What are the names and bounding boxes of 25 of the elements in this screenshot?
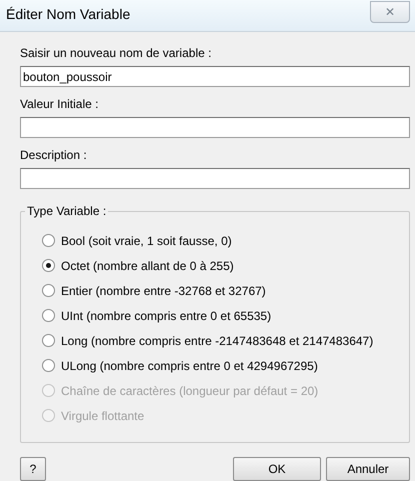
field-label: Saisir un nouveau nom de variable :	[20, 45, 212, 62]
radio-label: Long (nombre compris entre -2147483648 et 2147483647)	[61, 332, 374, 350]
radio-label: Virgule flottante	[61, 408, 144, 424]
text-field[interactable]	[20, 168, 410, 189]
window-title: Éditer Nom Variable	[6, 5, 130, 24]
ok-button[interactable]: OK	[233, 457, 321, 481]
radio-label: Bool (soit vraie, 1 soit fausse, 0)	[61, 232, 232, 250]
text-field[interactable]: bouton_poussoir	[20, 66, 410, 87]
group-title: Type Variable :	[25, 204, 108, 218]
field-label: Description :	[20, 147, 88, 164]
radio-label: Entier (nombre entre -32768 et 32767)	[61, 282, 266, 300]
cancel-button[interactable]: Annuler	[326, 457, 410, 481]
radio-label: Chaîne de caractères (longueur par défaut = 20)	[61, 382, 318, 400]
radio-button[interactable]	[42, 284, 55, 297]
radio-button[interactable]	[42, 359, 55, 372]
radio-label: ULong (nombre compris entre 0 et 4294967295)	[61, 358, 318, 374]
radio-button[interactable]	[42, 309, 55, 322]
radio-button[interactable]	[42, 334, 55, 347]
help-button[interactable]: ?	[20, 457, 46, 481]
radio-button[interactable]	[42, 259, 55, 272]
radio-button[interactable]	[42, 234, 55, 247]
text-field[interactable]	[20, 117, 410, 138]
radio-label: UInt (nombre compris entre 0 et 65535)	[61, 308, 272, 324]
field-label: Valeur Initiale :	[20, 96, 100, 113]
radio-label: Octet (nombre allant de 0 à 255)	[61, 258, 234, 274]
